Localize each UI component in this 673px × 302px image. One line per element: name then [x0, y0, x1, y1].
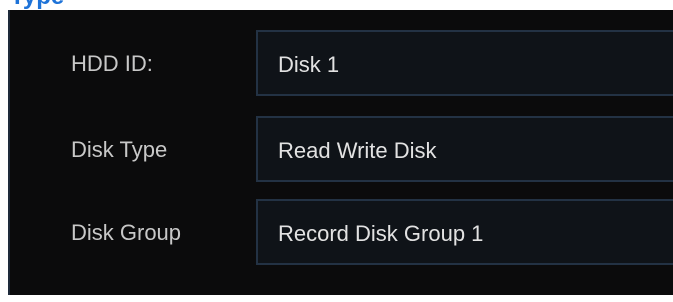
disk-type-value: Read Write Disk	[278, 138, 437, 163]
disk-type-row: Disk Type Read Write Disk	[10, 116, 673, 184]
disk-group-value: Record Disk Group 1	[278, 221, 484, 246]
disk-group-field[interactable]: Record Disk Group 1	[256, 199, 673, 265]
hdd-id-field[interactable]: Disk 1	[256, 30, 673, 96]
disk-settings-page: Type HDD ID: Disk 1 Disk Type Read Write…	[0, 0, 673, 302]
section-title: Type	[10, 0, 64, 9]
hdd-id-value: Disk 1	[278, 52, 340, 77]
disk-group-row: Disk Group Record Disk Group 1	[10, 199, 673, 267]
disk-info-panel: HDD ID: Disk 1 Disk Type Read Write Disk…	[8, 10, 673, 295]
disk-type-field[interactable]: Read Write Disk	[256, 116, 673, 182]
hdd-id-row: HDD ID: Disk 1	[10, 30, 673, 98]
disk-type-label: Disk Type	[71, 137, 168, 162]
disk-group-label: Disk Group	[71, 220, 182, 245]
hdd-id-label: HDD ID:	[71, 51, 153, 76]
